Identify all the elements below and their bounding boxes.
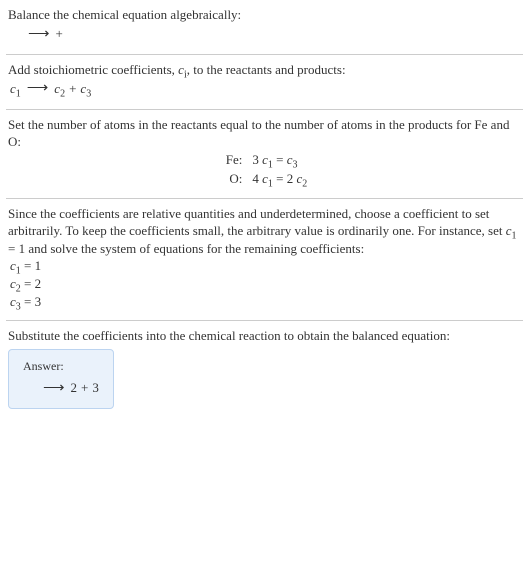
coefficient-a: 2 — [71, 379, 78, 397]
equation-row: 3 c1 = c3 — [252, 151, 521, 169]
section-title: Set the number of atoms in the reactants… — [8, 116, 521, 151]
lhs-coef: 4 — [252, 171, 262, 186]
equals-one: = 1 — [8, 241, 25, 256]
var-sub: 1 — [512, 231, 517, 242]
var: c1 — [10, 258, 21, 273]
var: c1 — [506, 223, 517, 238]
element-label: O: — [12, 170, 242, 188]
var-sub: 3 — [293, 159, 298, 170]
text: and solve the system of equations for th… — [25, 241, 364, 256]
val: = 1 — [21, 258, 41, 273]
var: c2 — [296, 171, 307, 186]
var: c1 — [262, 152, 273, 167]
text: Add stoichiometric coefficients, — [8, 62, 178, 77]
plus-sign: + — [69, 80, 76, 98]
equals: = — [273, 171, 287, 186]
section-answer: Substitute the coefficients into the che… — [0, 321, 529, 419]
answer-label: Answer: — [23, 358, 99, 374]
section-title: Add stoichiometric coefficients, ci, to … — [8, 61, 521, 79]
var-sub: 3 — [86, 88, 91, 99]
var: c3 — [287, 152, 298, 167]
section-solve: Since the coefficients are relative quan… — [0, 199, 529, 320]
section-atom-balance: Set the number of atoms in the reactants… — [0, 110, 529, 198]
equation-row: 4 c1 = 2 c2 — [252, 170, 521, 188]
coef-c3: c3 — [80, 80, 91, 98]
coef-c1: c1 — [10, 80, 21, 98]
lhs-coef: 3 — [252, 152, 262, 167]
var: c3 — [10, 294, 21, 309]
var: c2 — [10, 276, 21, 291]
solution-line: c3 = 3 — [10, 293, 521, 311]
section-title: Since the coefficients are relative quan… — [8, 205, 521, 258]
text: , to the reactants and products: — [187, 62, 346, 77]
coefficient-b: 3 — [92, 379, 99, 397]
answer-box: Answer: ⟶ 2 + 3 — [8, 349, 114, 409]
balanced-equation: ⟶ 2 + 3 — [23, 378, 99, 398]
reaction-arrow-icon: ⟶ — [26, 24, 52, 44]
unbalanced-equation: ⟶ + — [8, 24, 521, 44]
plus-sign: + — [56, 25, 63, 43]
section-balance: Balance the chemical equation algebraica… — [0, 0, 529, 54]
var-sub: 2 — [60, 88, 65, 99]
val: = 2 — [21, 276, 41, 291]
section-title: Substitute the coefficients into the che… — [8, 327, 521, 345]
coef-c2: c2 — [54, 80, 65, 98]
text: Since the coefficients are relative quan… — [8, 206, 506, 239]
section-title: Balance the chemical equation algebraica… — [8, 6, 521, 24]
solution-line: c1 = 1 — [10, 257, 521, 275]
equals: = — [273, 152, 287, 167]
coefficient-symbol: ci — [178, 62, 187, 77]
section-add-coefficients: Add stoichiometric coefficients, ci, to … — [0, 55, 529, 109]
solution-lines: c1 = 1 c2 = 2 c3 = 3 — [8, 257, 521, 310]
solution-line: c2 = 2 — [10, 275, 521, 293]
val: = 3 — [21, 294, 41, 309]
coefficient-equation: c1 ⟶ c2 + c3 — [8, 78, 521, 98]
var-sub: 1 — [16, 88, 21, 99]
plus-sign: + — [81, 379, 88, 397]
reaction-arrow-icon: ⟶ — [41, 378, 67, 398]
atom-equations-table: Fe: 3 c1 = c3 O: 4 c1 = 2 c2 — [8, 151, 521, 188]
var: c1 — [262, 171, 273, 186]
element-label: Fe: — [12, 151, 242, 169]
reaction-arrow-icon: ⟶ — [25, 78, 51, 98]
var-sub: 2 — [302, 179, 307, 190]
